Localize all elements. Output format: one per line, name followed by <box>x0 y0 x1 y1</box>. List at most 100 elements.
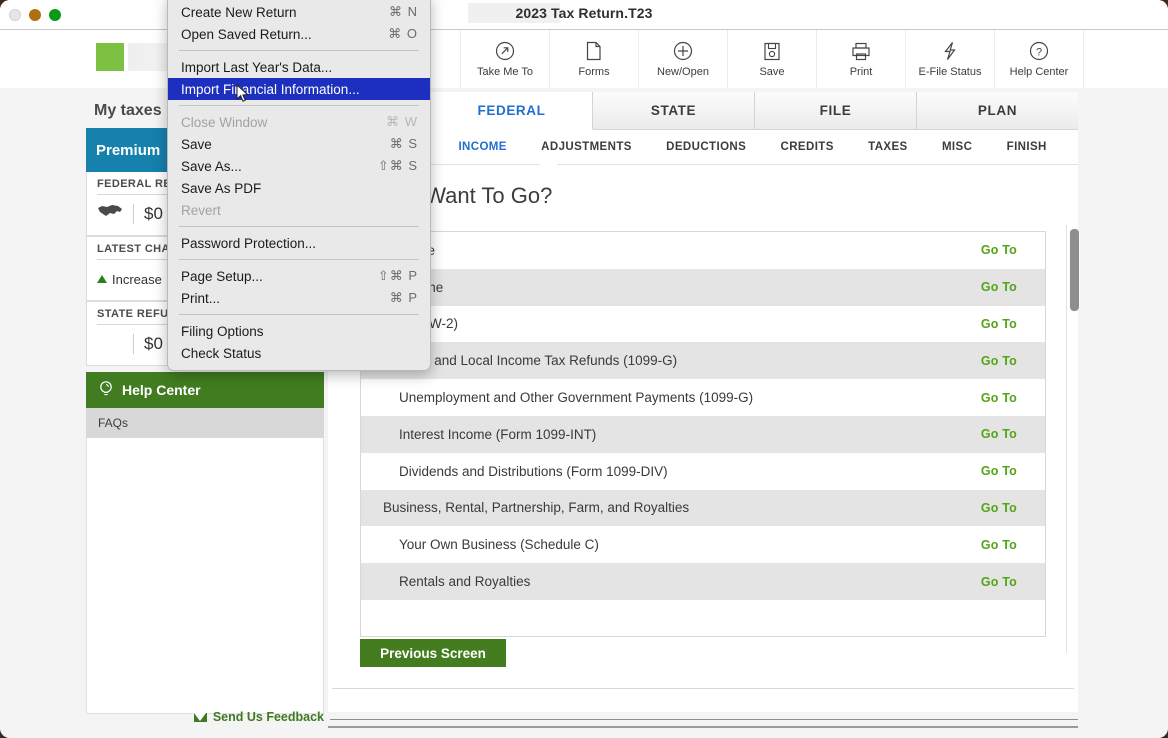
table-row[interactable]: State and Local Income Tax Refunds (1099… <box>361 342 1045 379</box>
table-row[interactable]: Rentals and Royalties Go To <box>361 563 1045 600</box>
subtab-misc[interactable]: MISC <box>942 141 972 153</box>
table-row[interactable]: ges (W-2) Go To <box>361 306 1045 343</box>
tab-file[interactable]: FILE <box>755 92 917 130</box>
go-to-link[interactable]: Go To <box>981 354 1017 368</box>
send-feedback-link[interactable]: Send Us Feedback <box>86 710 324 724</box>
subtab-income[interactable]: INCOME <box>458 141 506 153</box>
subtab-credits[interactable]: CREDITS <box>781 141 834 153</box>
active-subtab-caret <box>540 156 558 165</box>
menu-item-label: Save As PDF <box>181 181 261 196</box>
product-badge-label: Premium <box>96 142 160 159</box>
toolbar-print-button[interactable]: Print <box>817 30 906 88</box>
toolbar-take-me-to-button[interactable]: Take Me To <box>460 30 550 88</box>
toolbar-new-open-button[interactable]: New/Open <box>639 30 728 88</box>
go-to-link[interactable]: Go To <box>981 464 1017 478</box>
floppy-disk-icon <box>763 40 781 62</box>
menu-item-close-window: Close Window ⌘ W <box>168 111 430 133</box>
tab-label: FILE <box>820 103 852 118</box>
subtab-deductions[interactable]: DEDUCTIONS <box>666 141 746 153</box>
go-to-link[interactable]: Go To <box>981 280 1017 294</box>
table-row[interactable]: Your Own Business (Schedule C) Go To <box>361 526 1045 563</box>
go-to-link[interactable]: Go To <box>981 538 1017 552</box>
toolbar-efile-status-button[interactable]: E-File Status <box>906 30 995 88</box>
plus-circle-icon <box>673 40 693 62</box>
menu-item-shortcut: ⇧⌘ P <box>378 268 418 284</box>
table-row[interactable]: Unemployment and Other Government Paymen… <box>361 379 1045 416</box>
menu-item-create-new-return[interactable]: Create New Return ⌘ N <box>168 1 430 23</box>
go-to-link[interactable]: Go To <box>981 575 1017 589</box>
table-row[interactable]: Business, Rental, Partnership, Farm, and… <box>361 490 1045 527</box>
toolbar-help-center-button[interactable]: ? Help Center <box>995 30 1084 88</box>
menu-item-password-protection[interactable]: Password Protection... <box>168 232 430 254</box>
menu-item-page-setup[interactable]: Page Setup... ⇧⌘ P <box>168 265 430 287</box>
menu-item-import-last-years-data[interactable]: Import Last Year's Data... <box>168 56 430 78</box>
sidebar-help-center-button[interactable]: Help Center <box>86 372 324 408</box>
menu-separator <box>179 50 419 51</box>
previous-screen-button[interactable]: Previous Screen <box>360 639 506 667</box>
us-map-icon <box>97 203 123 225</box>
table-row[interactable]: Interest Income (Form 1099-INT) Go To <box>361 416 1045 453</box>
menu-item-label: Create New Return <box>181 5 297 20</box>
scrollbar-thumb[interactable] <box>1069 228 1080 312</box>
tab-label: STATE <box>651 103 696 118</box>
menu-separator <box>179 259 419 260</box>
federal-refund-amount: $0 <box>144 204 163 224</box>
divider <box>332 688 1074 689</box>
tab-state[interactable]: STATE <box>593 92 755 130</box>
menu-item-save-as[interactable]: Save As... ⇧⌘ S <box>168 155 430 177</box>
subtab-adjustments[interactable]: ADJUSTMENTS <box>541 141 632 153</box>
toolbar-label: Help Center <box>1010 66 1069 78</box>
envelope-icon <box>194 713 207 722</box>
table-row[interactable]: Home Go To <box>361 232 1045 269</box>
sidebar-faqs-item[interactable]: FAQs <box>86 408 324 438</box>
menu-item-check-status[interactable]: Check Status <box>168 342 430 364</box>
toolbar-label: Take Me To <box>477 66 533 78</box>
menu-item-filing-options[interactable]: Filing Options <box>168 320 430 342</box>
table-row[interactable]: Income Go To <box>361 269 1045 306</box>
go-to-link[interactable]: Go To <box>981 317 1017 331</box>
go-to-link[interactable]: Go To <box>981 391 1017 405</box>
subtab-taxes[interactable]: TAXES <box>868 141 908 153</box>
subtab-finish[interactable]: FINISH <box>1007 141 1047 153</box>
toolbar-buttons: Take Me To Forms New/Open <box>460 30 1084 88</box>
primary-tabs: E FEDERAL STATE FILE PLAN <box>328 92 1078 130</box>
tab-label: PLAN <box>978 103 1017 118</box>
menu-item-label: Revert <box>181 203 221 218</box>
content-scrollbar[interactable] <box>1066 225 1079 653</box>
toolbar-save-button[interactable]: Save <box>728 30 817 88</box>
row-label: Business, Rental, Partnership, Farm, and… <box>361 500 689 515</box>
lightbulb-icon <box>98 380 114 401</box>
go-to-link[interactable]: Go To <box>981 501 1017 515</box>
menu-separator <box>179 226 419 227</box>
tab-federal[interactable]: FEDERAL <box>431 92 593 130</box>
menu-item-label: Password Protection... <box>181 236 316 251</box>
latest-change-text: Increase <box>112 272 162 287</box>
send-feedback-label: Send Us Feedback <box>213 710 324 724</box>
menu-item-label: Open Saved Return... <box>181 27 312 42</box>
toolbar-forms-button[interactable]: Forms <box>550 30 639 88</box>
state-refund-amount: $0 <box>144 334 163 354</box>
table-row[interactable]: Dividends and Distributions (Form 1099-D… <box>361 453 1045 490</box>
menu-item-label: Check Status <box>181 346 261 361</box>
menu-item-label: Page Setup... <box>181 269 263 284</box>
menu-item-shortcut: ⇧⌘ S <box>378 158 418 174</box>
previous-screen-label: Previous Screen <box>380 646 486 661</box>
menu-item-import-financial-information[interactable]: Import Financial Information... <box>168 78 430 100</box>
sidebar-empty-area <box>86 438 324 714</box>
menu-item-save-as-pdf[interactable]: Save As PDF <box>168 177 430 199</box>
go-to-link[interactable]: Go To <box>981 427 1017 441</box>
menu-item-open-saved-return[interactable]: Open Saved Return... ⌘ O <box>168 23 430 45</box>
menu-separator <box>179 105 419 106</box>
divider <box>328 726 1078 728</box>
menu-item-shortcut: ⌘ W <box>386 114 418 130</box>
menu-item-save[interactable]: Save ⌘ S <box>168 133 430 155</box>
menu-item-print[interactable]: Print... ⌘ P <box>168 287 430 309</box>
toolbar-label: Forms <box>578 66 609 78</box>
menu-item-label: Import Last Year's Data... <box>181 60 332 75</box>
go-to-link[interactable]: Go To <box>981 243 1017 257</box>
toolbar-label: E-File Status <box>919 66 982 78</box>
sidebar-help-center-label: Help Center <box>122 382 201 398</box>
tab-plan[interactable]: PLAN <box>917 92 1078 130</box>
printer-icon <box>851 40 871 62</box>
content-panel: E FEDERAL STATE FILE PLAN ORMATION INCOM… <box>328 92 1078 712</box>
